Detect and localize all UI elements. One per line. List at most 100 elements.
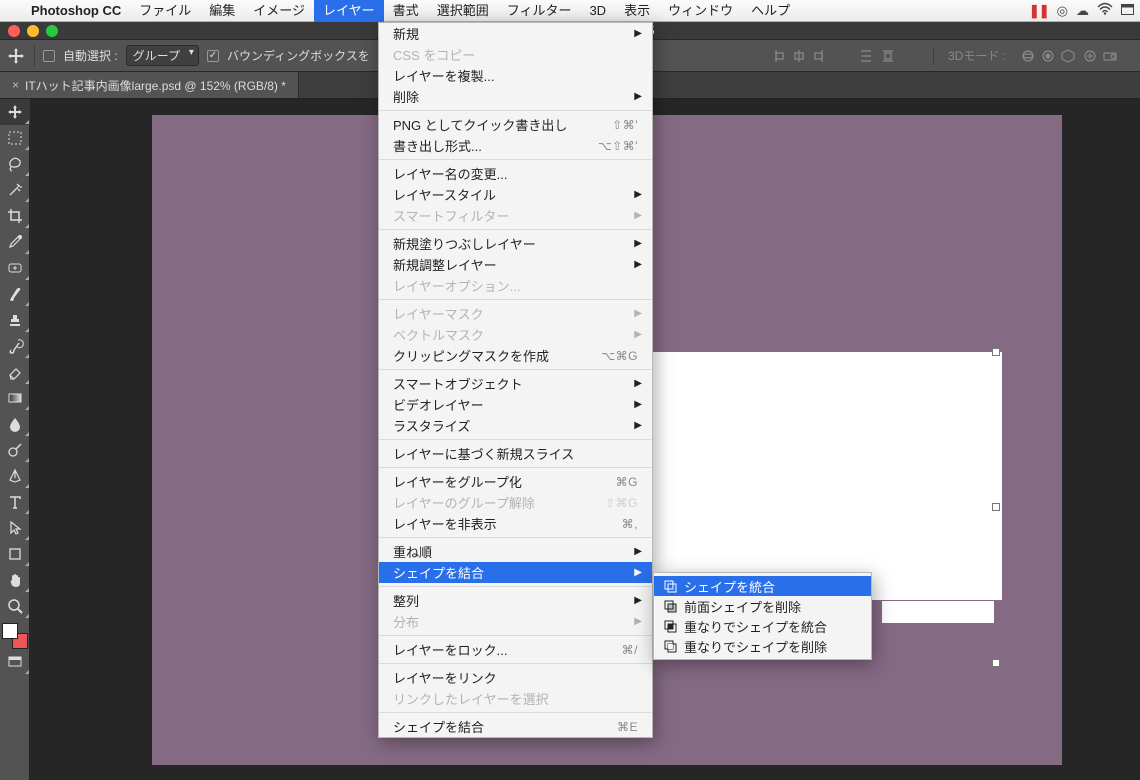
transform-handle[interactable] (992, 348, 1000, 356)
tool-zoom[interactable] (0, 593, 30, 619)
menu-item-label: シェイプを結合 (393, 563, 484, 582)
menu-item[interactable]: レイヤー名の変更... (379, 163, 652, 184)
cc-cloud-icon[interactable]: ◎ (1057, 3, 1068, 19)
menu-shortcut: ⇧⌘G (605, 496, 638, 510)
submenu-arrow-icon: ▶ (634, 91, 642, 102)
tool-magic-wand[interactable] (0, 177, 30, 203)
tool-brush[interactable] (0, 281, 30, 307)
menu-書式[interactable]: 書式 (384, 0, 428, 22)
menu-item[interactable]: レイヤーをグループ化⌘G (379, 471, 652, 492)
menu-ファイル[interactable]: ファイル (130, 0, 200, 22)
menu-item: レイヤーオプション... (379, 275, 652, 296)
3d-mode-label: 3Dモード : (948, 47, 1006, 64)
submenu-item[interactable]: 前面シェイプを削除 (654, 596, 871, 616)
submenu-arrow-icon: ▶ (634, 595, 642, 606)
menu-item[interactable]: レイヤーに基づく新規スライス (379, 443, 652, 464)
menu-shortcut: ⌘/ (622, 643, 638, 657)
menu-item[interactable]: 整列▶ (379, 590, 652, 611)
submenu-arrow-icon: ▶ (634, 238, 642, 249)
tool-eyedropper[interactable] (0, 229, 30, 255)
menu-イメージ[interactable]: イメージ (244, 0, 314, 22)
window-close-button[interactable] (8, 25, 20, 37)
menu-item[interactable]: レイヤーをロック...⌘/ (379, 639, 652, 660)
cloud-icon[interactable]: ☁ (1076, 3, 1089, 19)
tool-path-select[interactable] (0, 515, 30, 541)
fullscreen-icon[interactable] (1121, 3, 1134, 18)
window-minimize-button[interactable] (27, 25, 39, 37)
menu-item[interactable]: スマートオブジェクト▶ (379, 373, 652, 394)
tool-stamp[interactable] (0, 307, 30, 333)
menu-item[interactable]: シェイプを結合⌘E (379, 716, 652, 737)
align-group-icon[interactable] (773, 48, 845, 64)
menu-shortcut: ⌥⌘G (601, 349, 638, 363)
3d-icons-group[interactable] (1020, 48, 1130, 64)
tool-lasso[interactable] (0, 151, 30, 177)
auto-select-mode-select[interactable]: グループ (126, 45, 199, 66)
tool-history-brush[interactable] (0, 333, 30, 359)
menu-ウィンドウ[interactable]: ウィンドウ (659, 0, 742, 22)
menu-フィルター[interactable]: フィルター (498, 0, 581, 22)
move-tool-icon[interactable] (6, 46, 26, 66)
menu-選択範囲[interactable]: 選択範囲 (428, 0, 498, 22)
menu-item[interactable]: レイヤースタイル▶ (379, 184, 652, 205)
tool-pen[interactable] (0, 463, 30, 489)
menu-item[interactable]: 新規▶ (379, 23, 652, 44)
tool-marquee[interactable] (0, 125, 30, 151)
white-shape-tab[interactable] (882, 601, 994, 623)
pause-icon[interactable]: ❚❚ (1029, 3, 1049, 19)
menu-item[interactable]: 重ね順▶ (379, 541, 652, 562)
transform-handle[interactable] (992, 503, 1000, 511)
menu-item[interactable]: 新規調整レイヤー▶ (379, 254, 652, 275)
menu-shortcut: ⌥⇧⌘' (598, 139, 638, 153)
submenu-item-label: 前面シェイプを削除 (684, 597, 801, 616)
menu-item[interactable]: レイヤーを非表示⌘, (379, 513, 652, 534)
menu-item[interactable]: 新規塗りつぶしレイヤー ▶ (379, 233, 652, 254)
shape-combine-submenu: シェイプを統合前面シェイプを削除重なりでシェイプを統合重なりでシェイプを削除 (653, 572, 872, 660)
submenu-arrow-icon: ▶ (634, 259, 642, 270)
menu-レイヤー[interactable]: レイヤー (314, 0, 384, 22)
tool-hand[interactable] (0, 567, 30, 593)
tool-move[interactable] (0, 99, 30, 125)
color-swatches[interactable] (2, 623, 28, 649)
submenu-item[interactable]: シェイプを統合 (654, 576, 871, 596)
tool-blur[interactable] (0, 411, 30, 437)
menu-item[interactable]: PNG としてクイック書き出し⇧⌘' (379, 114, 652, 135)
menu-item[interactable]: レイヤーをリンク (379, 667, 652, 688)
menu-item-label: 新規塗りつぶしレイヤー (393, 234, 536, 253)
menu-3D[interactable]: 3D (580, 0, 615, 22)
submenu-item[interactable]: 重なりでシェイプを削除 (654, 636, 871, 656)
menu-表示[interactable]: 表示 (615, 0, 659, 22)
menu-item[interactable]: ビデオレイヤー▶ (379, 394, 652, 415)
menu-item[interactable]: 書き出し形式... ⌥⇧⌘' (379, 135, 652, 156)
tool-healing[interactable] (0, 255, 30, 281)
transform-handle[interactable] (992, 659, 1000, 667)
bbox-checkbox[interactable]: ✓ (207, 50, 219, 62)
submenu-item[interactable]: 重なりでシェイプを統合 (654, 616, 871, 636)
tool-shape[interactable] (0, 541, 30, 567)
tab-close-icon[interactable]: × (12, 78, 19, 92)
menu-item-label: レイヤーオプション... (393, 276, 520, 295)
submenu-item-label: 重なりでシェイプを削除 (684, 637, 827, 656)
menu-item[interactable]: 削除▶ (379, 86, 652, 107)
menu-item-label: 書き出し形式... (393, 136, 482, 155)
app-name[interactable]: Photoshop CC (22, 3, 130, 18)
window-zoom-button[interactable] (46, 25, 58, 37)
tool-crop[interactable] (0, 203, 30, 229)
menu-item[interactable]: シェイプを結合▶ (379, 562, 652, 583)
menu-item[interactable]: レイヤーを複製... (379, 65, 652, 86)
menu-item-label: PNG としてクイック書き出し (393, 115, 567, 134)
tool-gradient[interactable] (0, 385, 30, 411)
distribute-group-icon[interactable] (859, 48, 919, 64)
menu-item[interactable]: ラスタライズ▶ (379, 415, 652, 436)
wifi-icon[interactable] (1097, 3, 1113, 18)
menu-item[interactable]: クリッピングマスクを作成⌥⌘G (379, 345, 652, 366)
screen-mode-button[interactable] (0, 649, 30, 675)
document-tab[interactable]: × ITハット記事内画像large.psd @ 152% (RGB/8) * (0, 72, 299, 98)
tool-dodge[interactable] (0, 437, 30, 463)
tool-eraser[interactable] (0, 359, 30, 385)
tool-type[interactable] (0, 489, 30, 515)
auto-select-checkbox[interactable] (43, 50, 55, 62)
menu-ヘルプ[interactable]: ヘルプ (742, 0, 799, 22)
menu-item-label: レイヤーのグループ解除 (393, 493, 535, 512)
menu-編集[interactable]: 編集 (200, 0, 244, 22)
